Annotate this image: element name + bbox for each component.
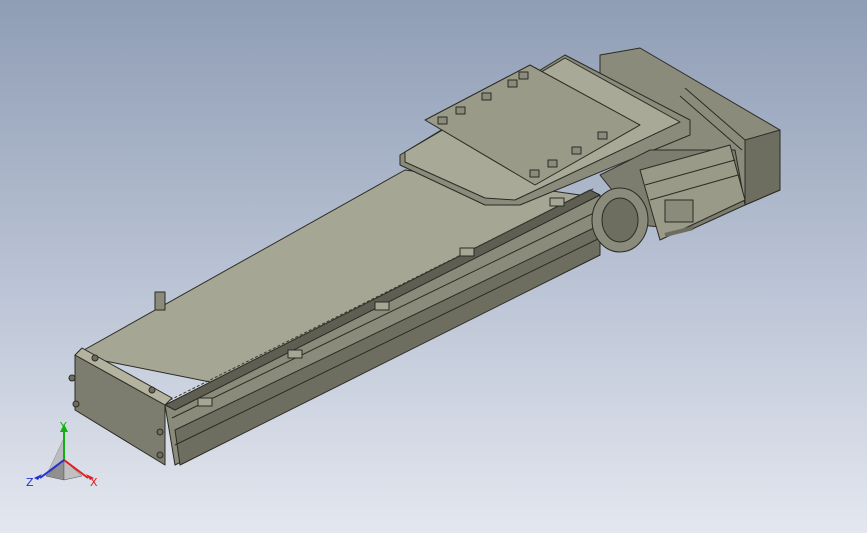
rail-mount-tab [549, 197, 565, 207]
linear-actuator-model[interactable] [0, 0, 867, 533]
x-axis-label: X [90, 476, 98, 489]
carriage-bolt [481, 92, 492, 101]
end-plate-screw [68, 374, 76, 382]
end-plate-screw [148, 386, 156, 394]
rail-mount-tab [197, 397, 213, 407]
sensor-bracket [154, 291, 166, 311]
cad-viewport[interactable]: Y X Z [0, 0, 867, 533]
carriage-bolt [597, 131, 608, 140]
motor-connector [664, 199, 694, 223]
carriage-bolt [518, 71, 529, 80]
carriage-bolt [529, 169, 540, 178]
end-plate-screw [72, 400, 80, 408]
carriage-bolt [455, 106, 466, 115]
rail-mount-tab [459, 247, 475, 257]
motor-flange-inner [601, 197, 639, 243]
carriage-bolt [571, 146, 582, 155]
z-axis-label: Z [26, 476, 34, 489]
carriage-bolt [437, 116, 448, 125]
rail-mount-tab [287, 349, 303, 359]
end-plate-screw [91, 354, 99, 362]
orientation-triad: Y X Z [26, 420, 98, 489]
y-axis-label: Y [59, 420, 67, 433]
end-plate-screw [156, 451, 164, 459]
carriage-bolt [507, 79, 518, 88]
end-plate-screw [156, 428, 164, 436]
motor-end-cap [744, 129, 781, 206]
rail-mount-tab [374, 301, 390, 311]
carriage-bolt [547, 159, 558, 168]
